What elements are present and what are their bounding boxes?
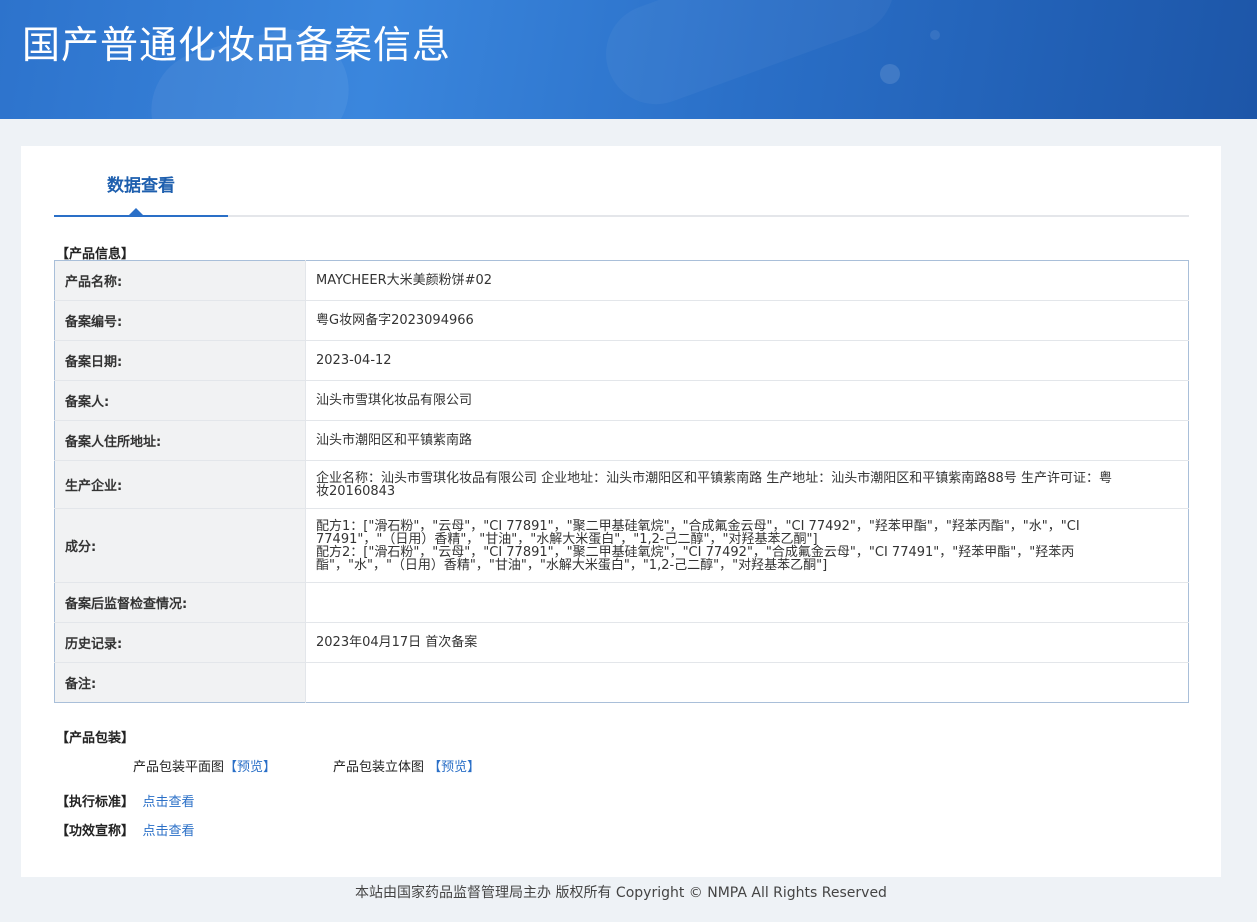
value-line: 77491"，"（日用）香精"，"甘油"，"水解大米蛋白"，"1,2-己二醇"，…: [316, 531, 818, 547]
table-row: 备案编号: 粤G妆网备字2023094966: [54, 300, 1189, 341]
field-key: 成分:: [54, 508, 306, 583]
field-value: 配方1：["滑石粉"，"云母"，"CI 77891"，"聚二甲基硅氧烷"，"合成…: [305, 508, 1189, 583]
field-key: 生产企业:: [54, 460, 306, 509]
table-row: 历史记录: 2023年04月17日 首次备案: [54, 622, 1189, 663]
packaging-solid-label: 产品包装立体图: [333, 760, 425, 775]
banner-decoration: [930, 30, 940, 40]
table-row: 成分: 配方1：["滑石粉"，"云母"，"CI 77891"，"聚二甲基硅氧烷"…: [54, 508, 1189, 583]
field-key: 历史记录:: [54, 622, 306, 663]
field-key: 产品名称:: [54, 260, 306, 301]
section-title-packaging: 【产品包装】: [56, 731, 135, 746]
packaging-flat-label: 产品包装平面图: [133, 760, 225, 775]
table-row: 备案人住所地址: 汕头市潮阳区和平镇紫南路: [54, 420, 1189, 461]
table-row: 备案人: 汕头市雪琪化妆品有限公司: [54, 380, 1189, 421]
page-title: 国产普通化妆品备案信息: [22, 23, 452, 67]
field-value: 企业名称：汕头市雪琪化妆品有限公司 企业地址：汕头市潮阳区和平镇紫南路 生产地址…: [305, 460, 1189, 509]
packaging-flat-preview-link[interactable]: 【预览】: [224, 760, 276, 775]
value-line: 酯"，"水"，"（日用）香精"，"甘油"，"水解大米蛋白"，"1,2-己二醇"，…: [316, 557, 828, 573]
field-key: 备案人住所地址:: [54, 420, 306, 461]
section-standard: 【执行标准】 点击查看: [56, 791, 195, 810]
field-value: 汕头市潮阳区和平镇紫南路: [305, 420, 1189, 461]
table-row: 备案后监督检查情况:: [54, 582, 1189, 623]
table-row: 生产企业: 企业名称：汕头市雪琪化妆品有限公司 企业地址：汕头市潮阳区和平镇紫南…: [54, 460, 1189, 509]
table-row: 备注:: [54, 662, 1189, 703]
value-line: 配方2：["滑石粉"，"云母"，"CI 77891"，"聚二甲基硅氧烷"，"CI…: [316, 544, 1075, 560]
packaging-solid: 产品包装立体图 【预览】: [333, 756, 480, 775]
section-efficacy: 【功效宣称】 点击查看: [56, 820, 195, 839]
field-value: [306, 663, 1189, 703]
field-key: 备案后监督检查情况:: [54, 582, 306, 623]
field-key: 备案日期:: [54, 340, 306, 381]
efficacy-view-link[interactable]: 点击查看: [143, 824, 195, 839]
field-value: 2023年04月17日 首次备案: [305, 622, 1189, 663]
value-line: 配方1：["滑石粉"，"云母"，"CI 77891"，"聚二甲基硅氧烷"，"合成…: [316, 518, 1080, 534]
value-line: 妆20160843: [316, 483, 396, 499]
field-key: 备案编号:: [54, 300, 306, 341]
product-info-table: 产品名称: MAYCHEER大米美颜粉饼#02 备案编号: 粤G妆网备字2023…: [54, 260, 1189, 703]
section-title-efficacy: 【功效宣称】: [56, 824, 135, 839]
banner-decoration: [591, 0, 909, 119]
tab-label: 数据查看: [107, 176, 175, 196]
packaging-solid-preview-link[interactable]: 【预览】: [428, 760, 480, 775]
tab-caret-icon: [129, 208, 143, 215]
section-title-standard: 【执行标准】: [56, 795, 135, 810]
value-line: 企业名称：汕头市雪琪化妆品有限公司 企业地址：汕头市潮阳区和平镇紫南路 生产地址…: [316, 470, 1112, 486]
table-row: 产品名称: MAYCHEER大米美颜粉饼#02: [54, 260, 1189, 301]
field-key: 备案人:: [54, 380, 306, 421]
field-value: 汕头市雪琪化妆品有限公司: [305, 380, 1189, 421]
header-banner: 国产普通化妆品备案信息: [0, 0, 1257, 119]
table-row: 备案日期: 2023-04-12: [54, 340, 1189, 381]
tab-data-view[interactable]: 数据查看: [54, 146, 228, 217]
standard-view-link[interactable]: 点击查看: [143, 795, 195, 810]
field-value: MAYCHEER大米美颜粉饼#02: [305, 260, 1189, 301]
tab-bar: 数据查看: [54, 146, 1189, 217]
field-key: 备注:: [54, 662, 306, 703]
field-value: 粤G妆网备字2023094966: [305, 300, 1189, 341]
field-value: 2023-04-12: [305, 340, 1189, 381]
footer-copyright: 本站由国家药品监督管理局主办 版权所有 Copyright © NMPA All…: [355, 885, 887, 901]
packaging-flat: 产品包装平面图【预览】: [133, 756, 276, 775]
banner-decoration: [880, 64, 900, 84]
field-value: [305, 582, 1189, 623]
content-card: 数据查看 【产品信息】 产品名称: MAYCHEER大米美颜粉饼#02 备案编号…: [21, 146, 1221, 877]
